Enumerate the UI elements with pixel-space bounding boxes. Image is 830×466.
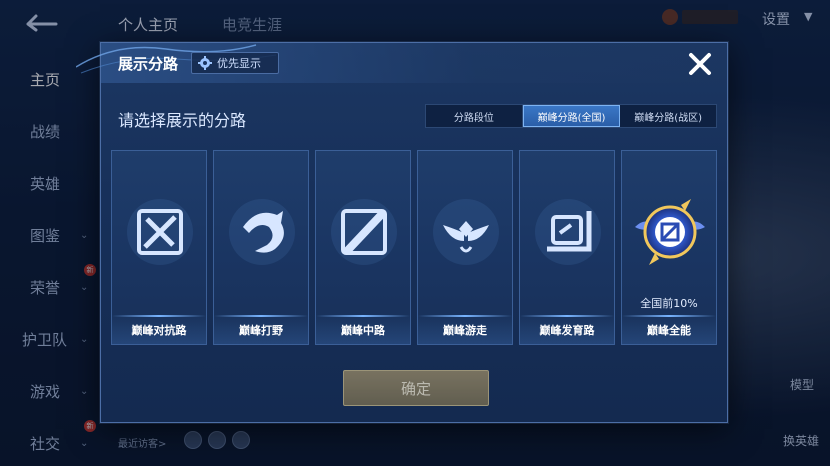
slash-icon (331, 199, 397, 265)
lane-card-label: 巅峰全能 (647, 324, 691, 337)
wings-icon (433, 199, 499, 265)
card-divider (214, 315, 308, 317)
lane-card-all-round[interactable]: 全国前10% 巅峰全能 (621, 150, 717, 345)
lane-card-farm[interactable]: 巅峰发育路 (519, 150, 615, 345)
all-round-emblem-icon (635, 199, 705, 265)
priority-display-button[interactable]: 优先显示 (191, 52, 279, 74)
dragon-icon (229, 199, 295, 265)
card-divider (622, 315, 716, 317)
close-icon[interactable] (685, 49, 715, 79)
lane-card-label: 巅峰对抗路 (131, 324, 187, 337)
lane-card-roam[interactable]: 巅峰游走 (417, 150, 513, 345)
lane-card-jungle[interactable]: 巅峰打野 (213, 150, 309, 345)
tab-peak-lane-national[interactable]: 巅峰分路(全国) (522, 105, 621, 127)
bow-target-icon (535, 199, 601, 265)
lane-cards: 巅峰对抗路 巅峰打野 巅峰中路 巅峰游走 巅峰发育路 全国前10% 巅峰全能 (111, 150, 719, 345)
lane-card-clash[interactable]: 巅峰对抗路 (111, 150, 207, 345)
card-divider (418, 315, 512, 317)
lane-card-label: 巅峰发育路 (539, 324, 595, 337)
card-divider (112, 315, 206, 317)
dialog-title: 展示分路 (118, 55, 179, 73)
gear-icon (198, 56, 212, 70)
card-divider (520, 315, 614, 317)
card-divider (316, 315, 410, 317)
select-lane-prompt: 请选择展示的分路 (118, 111, 247, 130)
priority-display-label: 优先显示 (217, 57, 261, 70)
tab-lane-rank[interactable]: 分路段位 (426, 105, 523, 127)
tab-peak-lane-region[interactable]: 巅峰分路(战区) (620, 105, 716, 127)
lane-display-dialog: 展示分路 优先显示 请选择展示的分路 分路段位 巅峰分路(全国) 巅峰分路(战区… (76, 42, 728, 423)
lane-card-label: 巅峰中路 (341, 324, 385, 337)
confirm-button[interactable]: 确定 (343, 370, 489, 406)
lane-card-label: 巅峰游走 (443, 324, 487, 337)
lane-source-tabs: 分路段位 巅峰分路(全国) 巅峰分路(战区) (425, 104, 717, 128)
lane-card-label: 巅峰打野 (239, 324, 283, 337)
lane-card-mid[interactable]: 巅峰中路 (315, 150, 411, 345)
sword-shield-icon (127, 199, 193, 265)
rank-percentile: 全国前10% (640, 297, 698, 310)
